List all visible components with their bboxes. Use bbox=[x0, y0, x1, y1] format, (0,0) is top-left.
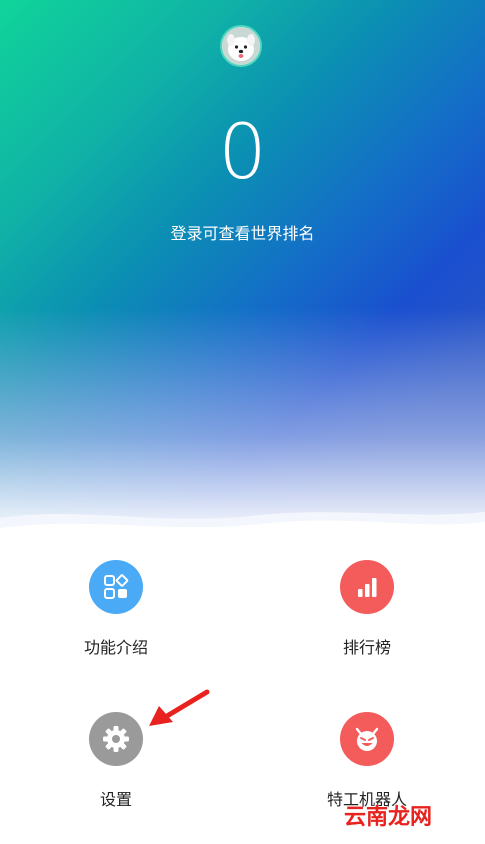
gear-icon bbox=[103, 726, 129, 752]
apps-grid-icon bbox=[104, 574, 129, 599]
features-icon-circle bbox=[89, 560, 143, 614]
devil-face-icon bbox=[355, 727, 379, 751]
score-value: 0 bbox=[218, 107, 267, 196]
ranking-icon-circle bbox=[340, 560, 394, 614]
login-hint-link[interactable]: 登录可查看世界排名 bbox=[0, 220, 485, 244]
red-pointer-arrow bbox=[149, 689, 210, 726]
user-avatar[interactable] bbox=[220, 25, 262, 67]
bar-chart-icon bbox=[358, 578, 377, 597]
hero-background bbox=[0, 0, 485, 560]
agent-bot-icon-circle bbox=[340, 712, 394, 766]
features-label: 功能介绍 bbox=[83, 638, 148, 657]
watermark-logo: 云南龙网 bbox=[344, 804, 433, 830]
ranking-button[interactable]: 排行榜 bbox=[292, 560, 442, 658]
wave-divider bbox=[0, 512, 485, 560]
agent-bot-button[interactable]: 特工机器人 bbox=[292, 712, 442, 810]
features-button[interactable]: 功能介绍 bbox=[41, 560, 191, 658]
settings-icon-circle bbox=[89, 712, 143, 766]
settings-label: 设置 bbox=[99, 790, 132, 809]
ranking-label: 排行榜 bbox=[342, 638, 391, 657]
samoyed-dog-icon bbox=[222, 27, 260, 65]
